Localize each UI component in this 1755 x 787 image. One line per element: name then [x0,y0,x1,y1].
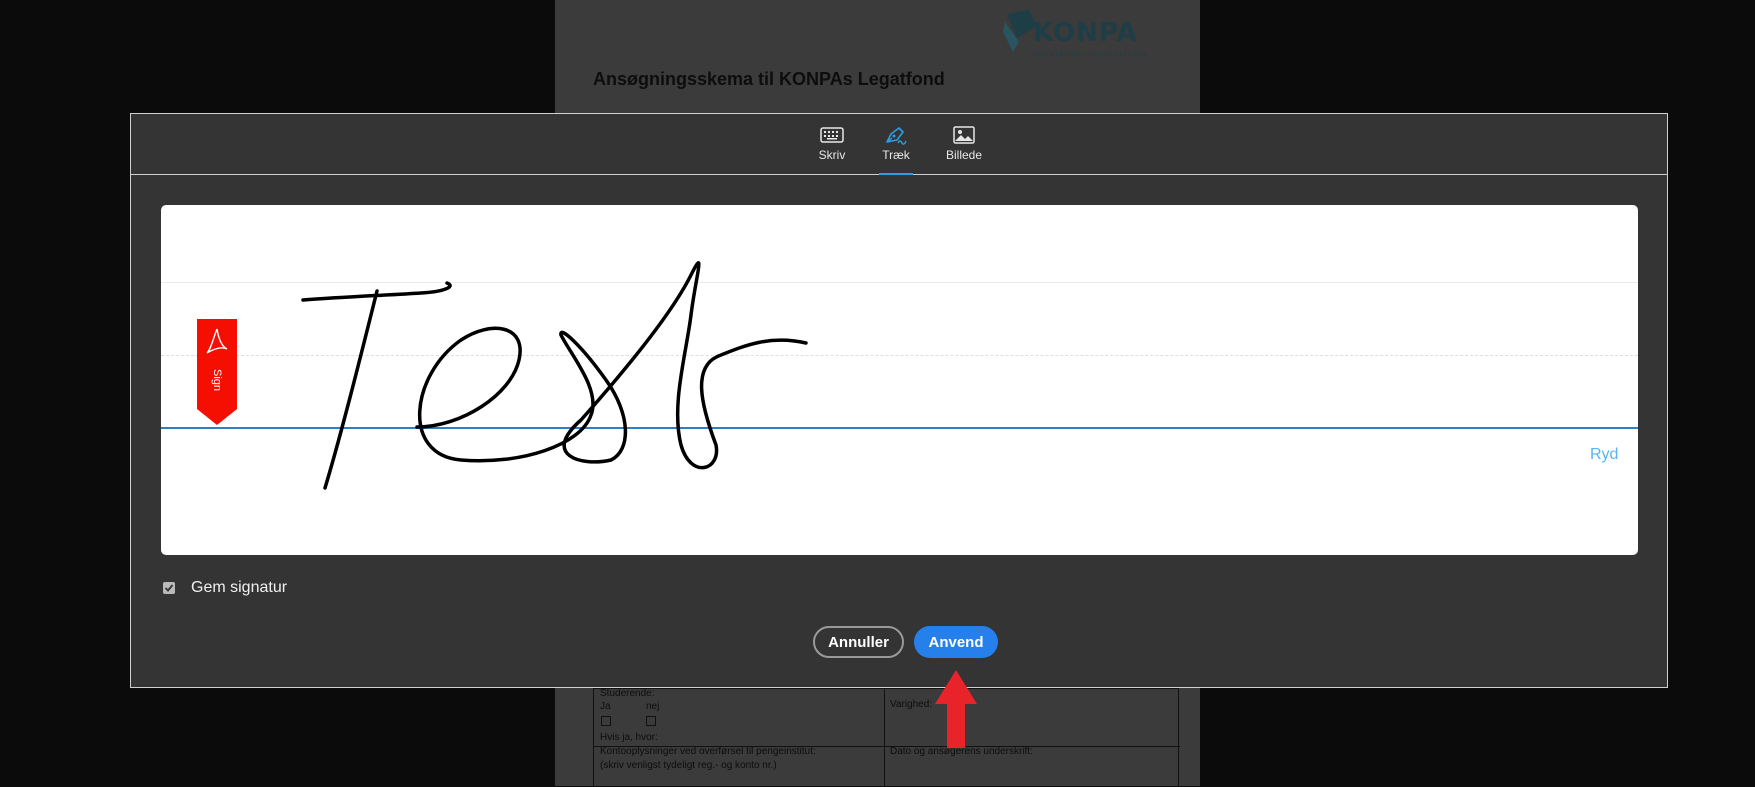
yes-label: Ja [600,701,611,712]
yes-checkbox [601,716,611,726]
table-divider [884,689,885,787]
signature-dialog: Skriv Træk Billede Sign Ryd Gem signatur… [130,113,1668,688]
tab-image[interactable]: Billede [942,124,986,175]
document-form-table [593,688,1180,787]
keyboard-icon [820,127,844,143]
annotation-arrow-icon [935,670,977,748]
konpa-logo: KONPA INSPIRERENDE FAGLIGT NETVÆRK [1003,8,1153,60]
sign-flag-label: Sign [211,368,223,392]
account-label: Kontooplysninger ved overførsel til peng… [600,746,816,757]
document-title: Ansøgningsskema til KONPAs Legatfond [593,69,945,89]
apply-button[interactable]: Anvend [914,626,998,658]
signature-canvas[interactable]: Sign Ryd [161,205,1638,555]
save-signature-label: Gem signatur [191,579,288,596]
tab-draw[interactable]: Træk [879,124,913,175]
if-yes-label: Hvis ja, hvor: [600,732,658,743]
logo-word: KONPA [1033,18,1138,48]
no-checkbox [646,716,656,726]
pen-icon [886,127,907,145]
student-label: Studerende: [600,688,655,699]
active-tab-indicator [879,173,913,175]
account-hint: (skriv venligst tydeligt reg.- og konto … [600,760,777,771]
clear-signature-link[interactable]: Ryd [1590,446,1618,464]
duration-label: Varighed: [890,699,933,710]
tab-draw-label: Træk [882,148,910,162]
signature-strokes [301,261,808,490]
tab-write-label: Skriv [818,148,846,162]
signature-mode-tabs: Skriv Træk Billede [131,114,1667,175]
adobe-sign-marker: Sign [197,319,237,427]
tab-write[interactable]: Skriv [812,124,852,175]
save-signature-checkbox[interactable] [163,582,175,594]
tab-image-label: Billede [945,148,983,162]
image-icon [953,126,975,144]
no-label: nej [646,701,660,712]
cancel-button[interactable]: Annuller [813,626,904,658]
logo-tagline: INSPIRERENDE FAGLIGT NETVÆRK [1033,52,1148,58]
checkmark-icon [164,584,174,592]
